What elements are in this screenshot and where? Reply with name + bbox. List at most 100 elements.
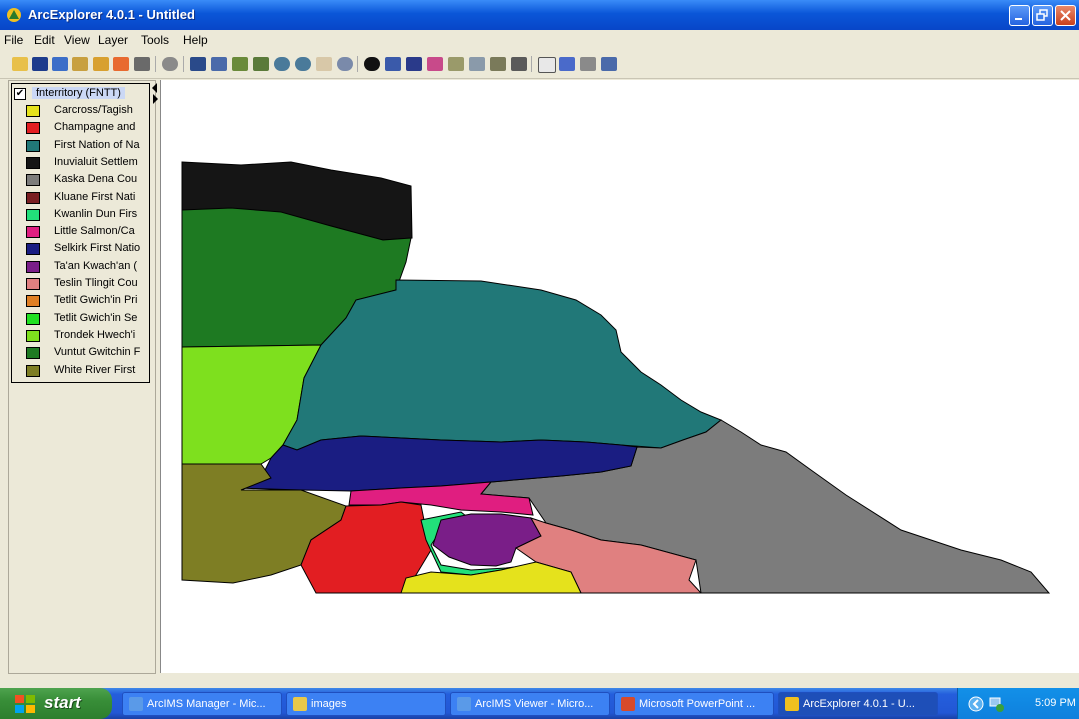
open-icon[interactable] — [12, 57, 28, 71]
legend-swatch[interactable] — [26, 278, 40, 290]
find-icon[interactable] — [406, 57, 422, 71]
menu-edit[interactable]: Edit — [34, 33, 55, 47]
legend-swatch[interactable] — [26, 347, 40, 360]
legend-item[interactable]: Kwanlin Dun Firs — [26, 208, 149, 223]
ie-icon — [457, 697, 471, 711]
legend-swatch[interactable] — [26, 364, 40, 377]
legend-item[interactable]: Teslin Tlingit Cou — [26, 277, 149, 292]
start-button[interactable]: start — [0, 688, 112, 719]
legend-swatch[interactable] — [26, 105, 40, 117]
zoom-full-icon[interactable] — [253, 57, 269, 71]
taskbar-item-images[interactable]: images — [286, 692, 446, 716]
grid-icon[interactable] — [580, 57, 596, 71]
clock[interactable]: 5:09 PM — [1035, 697, 1076, 709]
legend-item[interactable]: Kluane First Nati — [26, 191, 149, 206]
layer-visibility-checkbox[interactable]: ✔ — [14, 88, 26, 100]
menu-help[interactable]: Help — [183, 33, 208, 47]
legend-item[interactable]: White River First — [26, 364, 149, 379]
legend-swatch[interactable] — [26, 295, 40, 308]
measure-icon[interactable] — [448, 57, 464, 71]
map-view[interactable] — [160, 80, 1079, 673]
legend-item[interactable]: First Nation of Na — [26, 139, 149, 154]
legend-item[interactable]: Carcross/Tagish — [26, 104, 149, 119]
network-icon[interactable] — [988, 695, 1006, 713]
theme-icon[interactable] — [113, 57, 129, 71]
menu-layer[interactable]: Layer — [98, 33, 128, 47]
window-title: ArcExplorer 4.0.1 - Untitled — [28, 7, 195, 22]
legend-item[interactable]: Tetlit Gwich'in Pri — [26, 294, 149, 309]
legend-swatch[interactable] — [26, 260, 40, 273]
legend-swatch[interactable] — [26, 191, 40, 204]
zoom-out-icon[interactable] — [295, 57, 311, 71]
legend-label: Champagne and — [54, 121, 136, 134]
legend-label: Tetlit Gwich'in Se — [54, 311, 138, 324]
taskbar-item-label: ArcIMS Viewer - Micro... — [475, 698, 594, 710]
legend-label: Kaska Dena Cou — [54, 173, 138, 186]
legend-item[interactable]: Little Salmon/Ca — [26, 225, 149, 240]
collapse-panel-icon[interactable] — [151, 81, 159, 105]
table-icon[interactable] — [601, 57, 617, 71]
legend-swatch[interactable] — [26, 329, 40, 342]
legend-swatch[interactable] — [26, 174, 40, 187]
region-taan-kwachan[interactable] — [432, 513, 542, 567]
query-icon[interactable] — [427, 57, 443, 71]
tray-expand-icon[interactable] — [968, 696, 984, 712]
menu-file[interactable]: File — [4, 33, 23, 47]
legend-swatch[interactable] — [26, 139, 40, 152]
back-extent-icon[interactable] — [190, 57, 206, 71]
taskbar-item-arcims-manager[interactable]: ArcIMS Manager - Mic... — [122, 692, 282, 716]
legend-item[interactable]: Trondek Hwech'i — [26, 328, 149, 344]
menu-tools[interactable]: Tools — [141, 33, 169, 47]
buffer-icon[interactable] — [469, 57, 485, 71]
save-icon[interactable] — [32, 57, 48, 71]
taskbar-item-arcims-viewer[interactable]: ArcIMS Viewer - Micro... — [450, 692, 610, 716]
legend-item[interactable]: Vuntut Gwitchin F — [26, 346, 149, 361]
zoom-in-icon[interactable] — [274, 57, 290, 71]
region-carcross-tagish[interactable] — [400, 561, 582, 594]
open-folder-icon[interactable] — [72, 57, 88, 71]
toolbar-separator — [155, 56, 156, 72]
add-data-icon[interactable] — [52, 57, 68, 71]
pan-icon[interactable] — [316, 57, 332, 71]
legend-item[interactable]: Champagne and — [26, 121, 149, 136]
minimize-button[interactable] — [1009, 5, 1030, 26]
taskbar-item-label: ArcExplorer 4.0.1 - U... — [803, 698, 915, 710]
menu-view[interactable]: View — [64, 33, 90, 47]
legend-swatch[interactable] — [26, 243, 40, 256]
forward-extent-icon[interactable] — [211, 57, 227, 71]
legend-label: Trondek Hwech'i — [54, 328, 136, 341]
layer-name[interactable]: fnterritory (FNTT) — [32, 87, 125, 99]
map-tips-icon[interactable] — [559, 57, 575, 71]
print-icon[interactable] — [134, 57, 150, 71]
select-icon[interactable] — [385, 57, 401, 71]
properties-icon[interactable] — [93, 57, 109, 71]
hyperlink-icon[interactable] — [490, 57, 506, 71]
taskbar-item-powerpoint[interactable]: Microsoft PowerPoint ... — [614, 692, 774, 716]
refresh-icon[interactable] — [337, 57, 353, 71]
arcexplorer-icon — [7, 8, 21, 22]
taskbar: start ArcIMS Manager - Mic... images Arc… — [0, 688, 1079, 719]
legend-swatch[interactable] — [26, 156, 40, 169]
close-button[interactable] — [1055, 5, 1076, 26]
legend-item[interactable]: Inuvialuit Settlem — [26, 156, 149, 171]
taskbar-item-arcexplorer[interactable]: ArcExplorer 4.0.1 - U... — [778, 692, 938, 716]
legend-item[interactable]: Ta'an Kwach'an ( — [26, 260, 149, 275]
eraser-icon[interactable] — [538, 57, 556, 73]
info-icon[interactable] — [364, 57, 380, 71]
legend-item[interactable]: Kaska Dena Cou — [26, 173, 149, 188]
legend-label: Teslin Tlingit Cou — [54, 277, 138, 289]
restore-button[interactable] — [1032, 5, 1053, 26]
legend-swatch[interactable] — [26, 312, 40, 325]
legend-item[interactable]: Selkirk First Natio — [26, 242, 149, 257]
export-icon[interactable] — [511, 57, 527, 71]
identify-disc-icon[interactable] — [162, 57, 178, 71]
legend-item[interactable]: Tetlit Gwich'in Se — [26, 311, 149, 327]
taskbar-item-label: images — [311, 698, 347, 710]
zoom-layer-icon[interactable] — [232, 57, 248, 71]
legend-swatch[interactable] — [26, 122, 40, 135]
legend-swatch[interactable] — [26, 226, 40, 239]
legend-swatch[interactable] — [26, 208, 40, 221]
yukon-territory-map[interactable] — [161, 80, 1079, 673]
minimize-icon — [1015, 18, 1022, 20]
windows-logo-icon — [15, 695, 35, 713]
